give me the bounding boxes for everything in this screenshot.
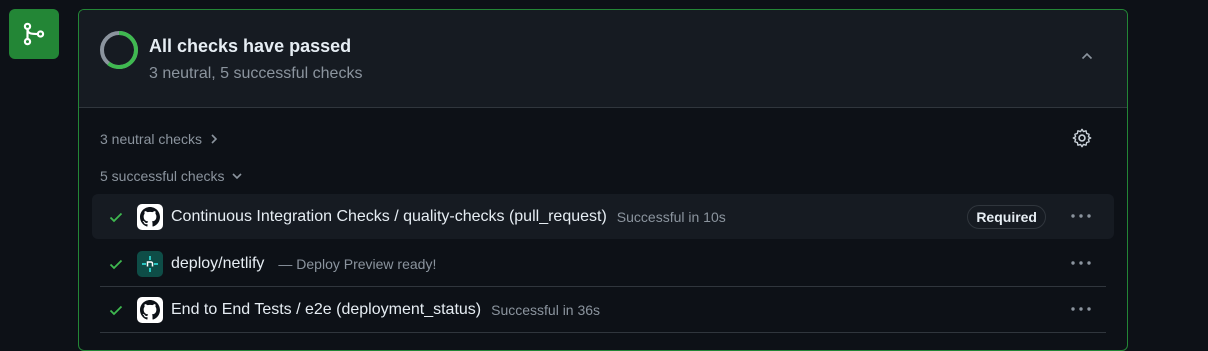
check-status: Successful in 10s <box>616 208 726 225</box>
successful-checks-label: 5 successful checks <box>100 168 225 184</box>
check-success-icon <box>108 209 126 225</box>
kebab-horizontal-icon <box>1071 307 1091 311</box>
kebab-horizontal-icon <box>1071 261 1091 265</box>
git-merge-icon <box>9 9 59 59</box>
checks-summary-title: All checks have passed <box>149 36 352 56</box>
more-options-button[interactable] <box>1068 299 1094 319</box>
checks-panel: All checks have passed 3 neutral, 5 succ… <box>78 9 1128 351</box>
required-badge: Required <box>967 205 1046 229</box>
check-row[interactable]: Continuous Integration Checks / quality-… <box>92 194 1114 239</box>
gear-icon[interactable] <box>1071 127 1093 149</box>
neutral-checks-toggle[interactable]: 3 neutral checks <box>100 131 220 147</box>
kebab-horizontal-icon <box>1071 214 1091 218</box>
check-name[interactable]: deploy/netlify <box>171 255 264 273</box>
collapse-button[interactable] <box>1075 44 1099 68</box>
netlify-icon <box>137 250 163 277</box>
check-status: — Deploy Preview ready! <box>278 255 437 272</box>
check-name[interactable]: End to End Tests / e2e (deployment_statu… <box>171 301 481 319</box>
chevron-down-icon <box>231 173 242 180</box>
neutral-checks-label: 3 neutral checks <box>100 131 202 147</box>
more-options-button[interactable] <box>1068 253 1094 273</box>
row-divider <box>100 332 1106 333</box>
github-icon <box>137 296 163 323</box>
check-row[interactable]: End to End Tests / e2e (deployment_statu… <box>92 287 1114 332</box>
checks-status-ring-icon <box>100 31 138 69</box>
checks-summary-header: All checks have passed 3 neutral, 5 succ… <box>79 10 1127 108</box>
check-success-icon <box>108 256 126 272</box>
more-options-button[interactable] <box>1068 206 1094 226</box>
checks-summary-subtitle: 3 neutral, 5 successful checks <box>149 65 363 82</box>
check-row[interactable]: deploy/netlify — Deploy Preview ready! <box>92 241 1114 286</box>
check-status: Successful in 36s <box>491 301 601 318</box>
chevron-right-icon <box>211 134 218 144</box>
check-name[interactable]: Continuous Integration Checks / quality-… <box>171 208 607 226</box>
check-success-icon <box>108 302 126 318</box>
successful-checks-toggle[interactable]: 5 successful checks <box>100 168 243 184</box>
github-icon <box>137 203 163 230</box>
chevron-up-icon <box>1081 52 1093 60</box>
